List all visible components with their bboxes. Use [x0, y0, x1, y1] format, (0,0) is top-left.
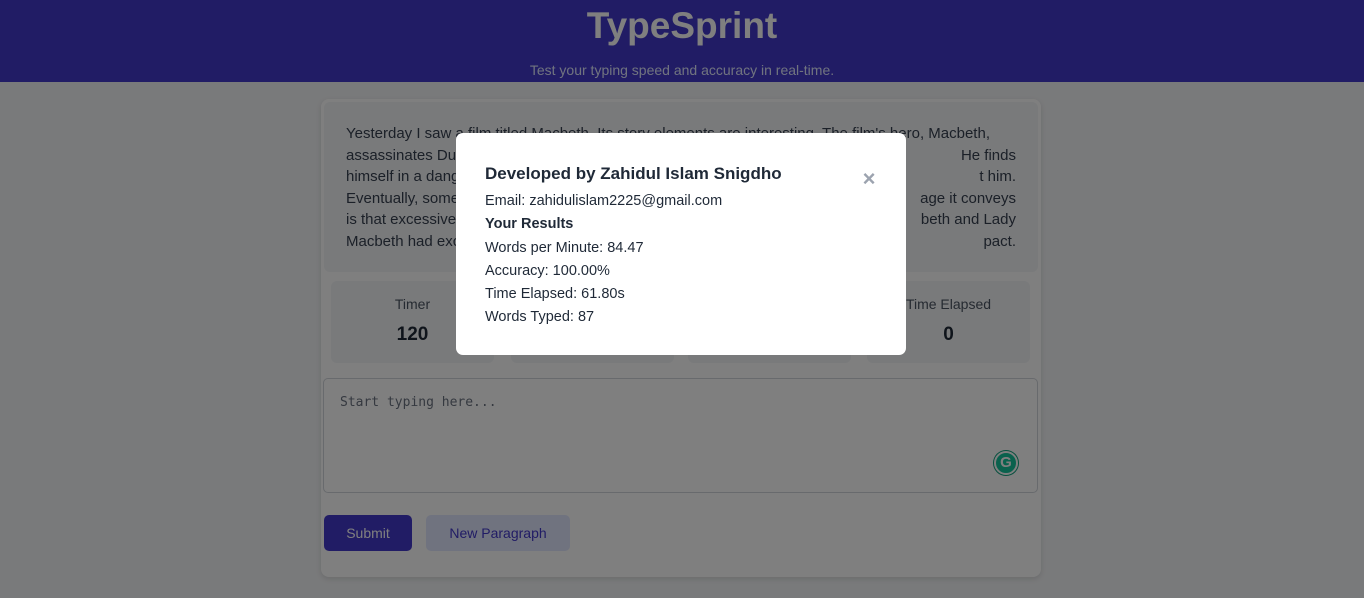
result-wpm: Words per Minute: 84.47	[485, 239, 644, 256]
close-icon[interactable]: ×	[861, 168, 877, 190]
result-words-typed: Words Typed: 87	[485, 309, 595, 326]
modal-title: Developed by Zahidul Islam Snigdho	[485, 164, 782, 183]
results-modal: Developed by Zahidul Islam Snigdho Email…	[456, 133, 906, 355]
result-time-elapsed: Time Elapsed: 61.80s	[485, 286, 625, 303]
result-accuracy: Accuracy: 100.00%	[485, 262, 610, 279]
modal-email: Email: zahidulislam2225@gmail.com	[485, 193, 723, 209]
results-heading: Your Results	[485, 216, 574, 233]
